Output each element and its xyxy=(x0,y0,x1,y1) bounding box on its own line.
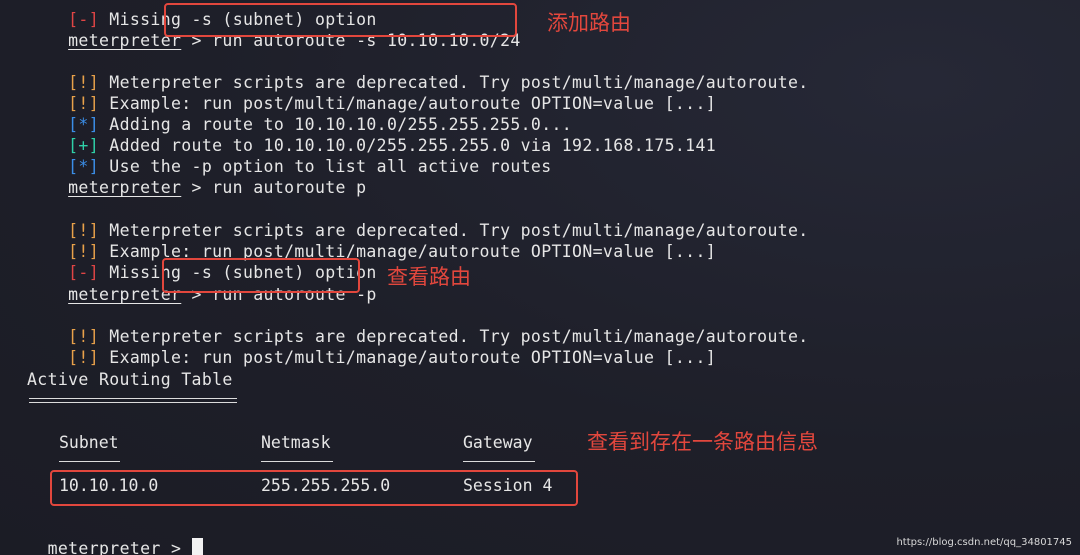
command-text: > run autoroute -s 10.10.10.0/24 xyxy=(181,31,521,50)
annotation-add-route: 添加路由 xyxy=(547,11,631,35)
annotation-view-route: 查看路由 xyxy=(387,265,471,289)
column-header-subnet: Subnet xyxy=(59,433,119,452)
table-title-underline xyxy=(29,398,237,403)
column-header-netmask: Netmask xyxy=(261,433,331,452)
prompt: meterpreter xyxy=(68,31,182,50)
command-line[interactable]: meterpreter > xyxy=(27,517,203,555)
output-line: [!] Meterpreter scripts are deprecated. … xyxy=(27,305,809,346)
output-text: Example: run post/multi/manage/autoroute… xyxy=(99,348,717,367)
command-text: > run autoroute -p xyxy=(181,285,377,304)
command-line: meterpreter > run autoroute -p xyxy=(27,263,377,304)
cell-gateway: Session 4 xyxy=(463,476,553,495)
output-line: [*] Adding a route to 10.10.10.0/255.255… xyxy=(27,93,572,134)
warning-tag: [!] xyxy=(68,348,99,367)
output-line: [!] Meterpreter scripts are deprecated. … xyxy=(27,199,809,240)
output-line: [*] Use the -p option to list all active… xyxy=(27,135,552,176)
output-line: [+] Added route to 10.10.10.0/255.255.25… xyxy=(27,114,716,155)
header-underline xyxy=(59,461,120,462)
annotation-route-exists: 查看到存在一条路由信息 xyxy=(587,430,818,454)
routing-table-title: Active Routing Table xyxy=(27,370,233,389)
output-line: [!] Example: run post/multi/manage/autor… xyxy=(27,72,716,113)
text-cursor[interactable] xyxy=(191,538,203,555)
header-underline xyxy=(463,461,535,462)
command-line: meterpreter > run autoroute p xyxy=(27,156,366,197)
output-line: [-] Missing -s (subnet) option xyxy=(27,241,377,282)
column-header-gateway: Gateway xyxy=(463,433,533,452)
output-line: [!] Meterpreter scripts are deprecated. … xyxy=(27,51,809,92)
cell-netmask: 255.255.255.0 xyxy=(261,476,391,495)
cell-subnet: 10.10.10.0 xyxy=(59,476,159,495)
output-line: [-] Missing -s (subnet) option xyxy=(27,0,377,29)
prompt: meterpreter xyxy=(68,178,182,197)
prompt: meterpreter xyxy=(47,539,161,555)
command-text: > run autoroute p xyxy=(181,178,367,197)
header-underline xyxy=(261,461,333,462)
output-line: [!] Example: run post/multi/manage/autor… xyxy=(27,326,716,367)
prompt-suffix: > xyxy=(160,539,192,555)
command-line: meterpreter > run autoroute -s 10.10.10.… xyxy=(27,9,521,50)
output-line: [!] Example: run post/multi/manage/autor… xyxy=(27,220,716,261)
watermark: https://blog.csdn.net/qq_34801745 xyxy=(896,537,1072,548)
prompt: meterpreter xyxy=(68,285,182,304)
